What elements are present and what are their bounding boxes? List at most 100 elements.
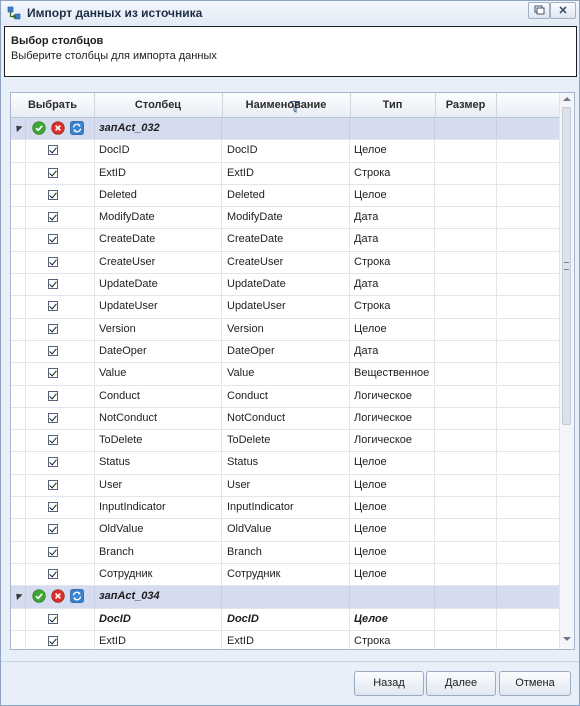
name-cell[interactable]: ToDelete bbox=[222, 430, 350, 452]
name-cell[interactable]: DocID bbox=[222, 608, 350, 630]
name-cell[interactable]: UpdateUser bbox=[222, 296, 350, 318]
select-checkbox[interactable] bbox=[48, 457, 58, 468]
type-cell: Строка bbox=[350, 630, 435, 649]
name-cell[interactable]: User bbox=[222, 474, 350, 496]
table-row[interactable]: Status Status Целое bbox=[11, 452, 559, 475]
select-checkbox[interactable] bbox=[48, 502, 58, 513]
name-cell[interactable]: NotConduct bbox=[222, 407, 350, 429]
select-checkbox[interactable] bbox=[48, 368, 58, 379]
name-cell[interactable]: Version bbox=[222, 318, 350, 340]
table-row[interactable]: Branch Branch Целое bbox=[11, 541, 559, 564]
name-cell[interactable]: Conduct bbox=[222, 385, 350, 407]
select-checkbox[interactable] bbox=[48, 479, 58, 490]
column-header-select[interactable]: Выбрать bbox=[11, 93, 95, 117]
select-checkbox[interactable] bbox=[48, 234, 58, 245]
select-checkbox[interactable] bbox=[48, 256, 58, 267]
table-row[interactable]: DateOper DateOper Дата bbox=[11, 340, 559, 364]
select-cell bbox=[25, 229, 95, 251]
table-row[interactable]: ToDelete ToDelete Логическое bbox=[11, 430, 559, 453]
table-row[interactable]: User User Целое bbox=[11, 474, 559, 498]
select-checkbox[interactable] bbox=[48, 279, 58, 290]
vertical-scrollbar[interactable] bbox=[559, 93, 574, 649]
table-row[interactable]: UpdateDate UpdateDate Дата bbox=[11, 274, 559, 297]
table-row[interactable]: NotConduct NotConduct Логическое bbox=[11, 407, 559, 431]
group-expander-cell[interactable] bbox=[11, 118, 26, 139]
name-cell[interactable]: Deleted bbox=[222, 184, 350, 206]
cancel-button[interactable]: Отмена bbox=[499, 671, 571, 696]
column-header-type[interactable]: Тип bbox=[350, 93, 436, 117]
name-cell[interactable]: ExtID bbox=[222, 162, 350, 184]
table-row[interactable]: Version Version Целое bbox=[11, 318, 559, 341]
select-checkbox[interactable] bbox=[48, 345, 58, 356]
select-checkbox[interactable] bbox=[48, 546, 58, 557]
collapse-arrow-icon[interactable] bbox=[13, 122, 23, 133]
close-button[interactable] bbox=[550, 2, 576, 19]
table-row[interactable]: ModifyDate ModifyDate Дата bbox=[11, 207, 559, 230]
table-row[interactable]: OldValue OldValue Целое bbox=[11, 519, 559, 542]
indent-cell bbox=[11, 274, 26, 296]
size-cell bbox=[435, 519, 497, 541]
table-row[interactable]: UpdateUser UpdateUser Строка bbox=[11, 296, 559, 319]
select-checkbox[interactable] bbox=[48, 568, 58, 579]
deselect-all-x-icon[interactable] bbox=[51, 121, 65, 135]
name-cell[interactable]: ExtID bbox=[222, 630, 350, 649]
table-row[interactable]: ExtID ExtID Строка bbox=[11, 162, 559, 185]
select-checkbox[interactable] bbox=[48, 635, 58, 646]
name-cell[interactable]: Value bbox=[222, 363, 350, 385]
table-row[interactable]: ExtID ExtID Строка bbox=[11, 630, 559, 649]
select-checkbox[interactable] bbox=[48, 145, 58, 156]
table-row[interactable]: DocID DocID Целое bbox=[11, 140, 559, 163]
select-checkbox[interactable] bbox=[48, 167, 58, 178]
select-cell bbox=[25, 363, 95, 385]
back-button[interactable]: Назад bbox=[354, 671, 424, 696]
scroll-thumb[interactable] bbox=[562, 107, 571, 425]
select-checkbox[interactable] bbox=[48, 613, 58, 624]
group-row[interactable]: запAct_034 bbox=[11, 586, 559, 609]
table-row[interactable]: Value Value Вещественное bbox=[11, 363, 559, 386]
column-header-name[interactable]: Наименование bbox=[222, 93, 351, 117]
column-cell: UpdateUser bbox=[94, 296, 222, 318]
collapse-arrow-icon[interactable] bbox=[13, 591, 23, 601]
name-cell[interactable]: DateOper bbox=[222, 340, 350, 362]
group-row[interactable]: запAct_032 bbox=[11, 118, 559, 141]
table-row[interactable]: CreateDate CreateDate Дата bbox=[11, 229, 559, 252]
table-row[interactable]: Deleted Deleted Целое bbox=[11, 184, 559, 208]
select-checkbox[interactable] bbox=[48, 189, 58, 200]
name-cell[interactable]: CreateUser bbox=[222, 251, 350, 273]
select-checkbox[interactable] bbox=[48, 301, 58, 312]
select-checkbox[interactable] bbox=[48, 390, 58, 401]
next-button[interactable]: Далее bbox=[426, 671, 496, 696]
name-cell[interactable]: UpdateDate bbox=[222, 274, 350, 296]
invert-selection-refresh-icon[interactable] bbox=[70, 121, 84, 135]
select-checkbox[interactable] bbox=[48, 435, 58, 446]
table-row[interactable]: Сотрудник Сотрудник Целое bbox=[11, 563, 559, 587]
table-row[interactable]: Conduct Conduct Логическое bbox=[11, 385, 559, 408]
name-cell[interactable]: InputIndicator bbox=[222, 497, 350, 519]
name-cell[interactable]: OldValue bbox=[222, 519, 350, 541]
type-cell: Логическое bbox=[350, 385, 435, 407]
name-cell[interactable]: Status bbox=[222, 452, 350, 474]
select-all-check-icon[interactable] bbox=[32, 589, 46, 603]
deselect-all-x-icon[interactable] bbox=[51, 589, 65, 603]
table-row[interactable]: DocID DocID Целое bbox=[11, 608, 559, 631]
column-header-column[interactable]: Столбец bbox=[94, 93, 301, 117]
name-cell[interactable]: CreateDate bbox=[222, 229, 350, 251]
name-cell[interactable]: DocID bbox=[222, 140, 350, 162]
select-checkbox[interactable] bbox=[48, 412, 58, 423]
column-header-size[interactable]: Размер bbox=[435, 93, 497, 117]
scroll-up-arrow-icon[interactable] bbox=[563, 97, 571, 101]
title-bar[interactable]: Импорт данных из источника bbox=[1, 1, 579, 25]
name-cell[interactable]: Branch bbox=[222, 541, 350, 563]
invert-selection-refresh-icon[interactable] bbox=[70, 589, 84, 604]
select-checkbox[interactable] bbox=[48, 524, 58, 535]
restore-button[interactable] bbox=[528, 2, 550, 19]
group-expander-cell[interactable] bbox=[11, 586, 26, 608]
name-cell[interactable]: Сотрудник bbox=[222, 563, 350, 585]
name-cell[interactable]: ModifyDate bbox=[222, 207, 350, 229]
table-row[interactable]: CreateUser CreateUser Строка bbox=[11, 251, 559, 275]
select-all-check-icon[interactable] bbox=[32, 121, 46, 135]
select-checkbox[interactable] bbox=[48, 212, 58, 223]
select-checkbox[interactable] bbox=[48, 323, 58, 334]
table-row[interactable]: InputIndicator InputIndicator Целое bbox=[11, 497, 559, 520]
scroll-down-arrow-icon[interactable] bbox=[563, 637, 571, 641]
